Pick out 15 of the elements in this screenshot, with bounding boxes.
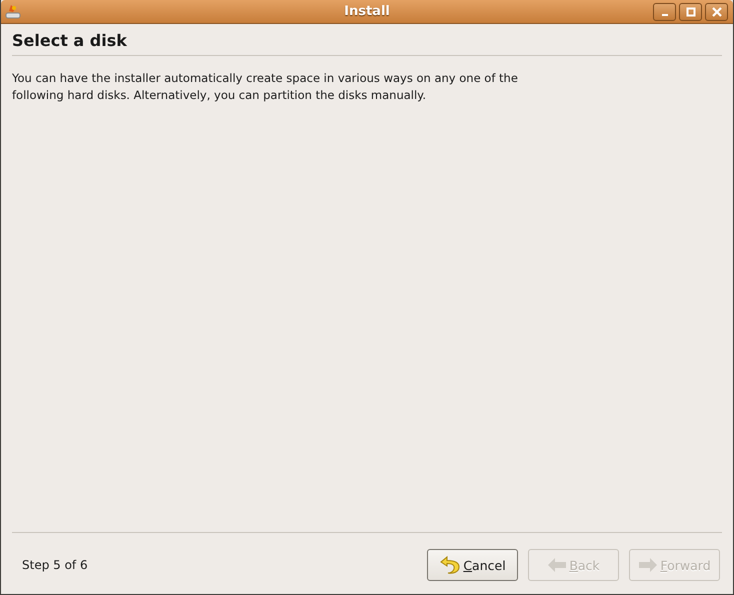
description-text: You can have the installer automatically create space in various ways on any one of the following hard disks. Alternatively, you can partition the disks manually.: [12, 70, 519, 104]
maximize-icon: [686, 6, 696, 16]
cancel-button[interactable]: Cancel: [427, 549, 518, 581]
left-arrow-icon: [547, 557, 568, 573]
undo-arrow-icon: [439, 555, 462, 575]
page-heading: Select a disk: [12, 31, 128, 50]
maximize-button[interactable]: [679, 2, 702, 20]
window-title: Install: [344, 4, 390, 19]
minimize-icon: [662, 14, 668, 16]
installer-icon: [4, 2, 22, 20]
minimize-button[interactable]: [653, 2, 676, 20]
close-icon: [712, 6, 722, 16]
step-indicator: Step 5 of 6: [22, 558, 88, 572]
close-button[interactable]: [705, 2, 728, 20]
right-arrow-icon: [638, 557, 658, 573]
